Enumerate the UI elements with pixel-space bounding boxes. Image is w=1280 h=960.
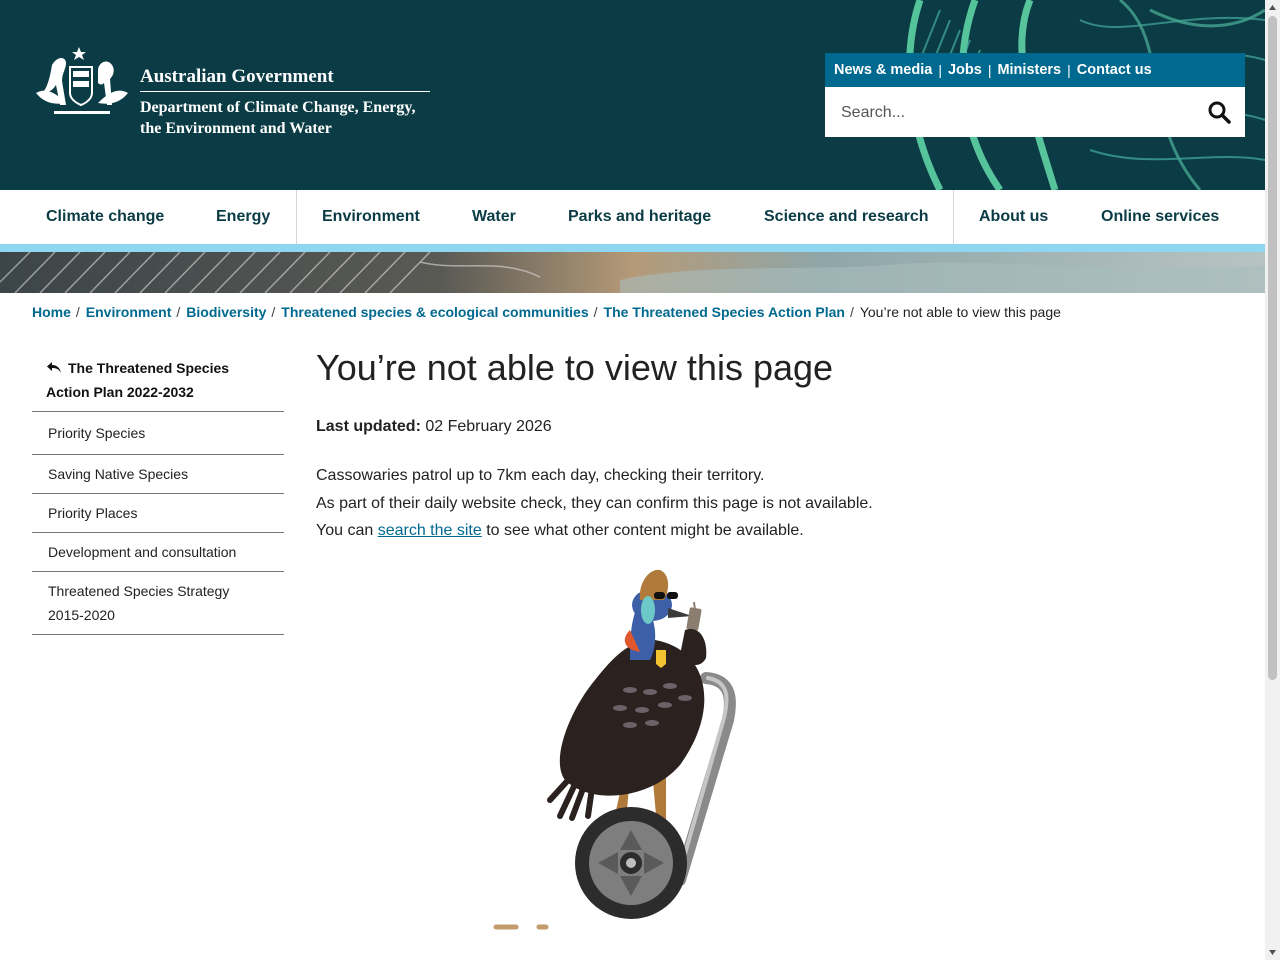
- title-divider: [140, 91, 430, 92]
- breadcrumb-environment[interactable]: Environment: [86, 304, 172, 320]
- main-content: You’re not able to view this page Last u…: [316, 345, 1216, 545]
- coat-of-arms-logo: [36, 47, 128, 114]
- site-search: [825, 87, 1245, 139]
- breadcrumb-action-plan[interactable]: The Threatened Species Action Plan: [604, 304, 845, 320]
- breadcrumb-separator: /: [593, 304, 598, 320]
- hero-banner-image: [0, 252, 1265, 293]
- scroll-up-icon[interactable]: [1265, 0, 1280, 15]
- breadcrumb-separator: /: [271, 304, 276, 320]
- last-updated: Last updated: 02 February 2026: [316, 418, 1216, 436]
- ministers-link[interactable]: Ministers: [997, 62, 1061, 78]
- paragraph-3-start: You can: [316, 522, 374, 539]
- breadcrumb: Home / Environment / Biodiversity / Threatened…: [32, 304, 1061, 320]
- sidebar-item-threatened-species-strategy[interactable]: Threatened Species Strategy 2015-2020: [32, 572, 284, 635]
- nav-parks-and-heritage[interactable]: Parks and heritage: [568, 190, 711, 244]
- sidebar-parent-label: The Threatened Species Action Plan 2022-…: [46, 360, 230, 400]
- department-name: Department of Climate Change, Energy, th…: [140, 99, 416, 137]
- nav-science-and-research[interactable]: Science and research: [764, 190, 929, 244]
- contact-us-link[interactable]: Contact us: [1077, 62, 1152, 78]
- utility-links-bar: News & media | Jobs | Ministers | Contac…: [825, 53, 1245, 87]
- paragraph-3: You can search the site to see what othe…: [316, 517, 1216, 545]
- separator: |: [987, 62, 992, 78]
- search-input[interactable]: [825, 87, 1203, 139]
- scrollbar-thumb[interactable]: [1268, 16, 1277, 680]
- page-title: You’re not able to view this page: [316, 347, 834, 388]
- separator: |: [938, 62, 942, 78]
- sidebar-item-priority-species[interactable]: Priority Species: [32, 412, 284, 455]
- main-navigation: Climate change Energy Environment Water …: [0, 190, 1265, 252]
- nav-divider: [296, 190, 297, 244]
- search-icon[interactable]: [1207, 100, 1231, 124]
- body-text: Cassowaries patrol up to 7km each day, c…: [316, 462, 1216, 545]
- news-media-link[interactable]: News & media: [834, 62, 932, 78]
- sidebar-parent-link[interactable]: The Threatened Species Action Plan 2022-…: [32, 355, 284, 412]
- nav-energy[interactable]: Energy: [216, 190, 270, 244]
- breadcrumb-threatened-species[interactable]: Threatened species & ecological communit…: [281, 304, 588, 320]
- sidebar-item-saving-native-species[interactable]: Saving Native Species: [32, 455, 284, 494]
- jobs-link[interactable]: Jobs: [948, 62, 982, 78]
- nav-online-services[interactable]: Online services: [1101, 190, 1219, 244]
- nav-water[interactable]: Water: [472, 190, 516, 244]
- breadcrumb-biodiversity[interactable]: Biodiversity: [186, 304, 266, 320]
- breadcrumb-separator: /: [75, 304, 80, 320]
- paragraph-1: Cassowaries patrol up to 7km each day, c…: [316, 467, 765, 484]
- government-title: Australian Government: [140, 66, 334, 87]
- separator: |: [1067, 62, 1071, 78]
- breadcrumb-current: You’re not able to view this page: [859, 304, 1061, 320]
- scroll-down-icon[interactable]: [1265, 945, 1280, 960]
- breadcrumb-separator: /: [849, 304, 854, 320]
- search-the-site-link[interactable]: search the site: [378, 522, 482, 539]
- breadcrumb-separator: /: [176, 304, 181, 320]
- breadcrumb-home[interactable]: Home: [32, 304, 71, 320]
- nav-divider: [953, 190, 954, 244]
- sidebar-item-priority-places[interactable]: Priority Places: [32, 494, 284, 533]
- last-updated-date: 02 February 2026: [425, 418, 552, 435]
- paragraph-3-end: to see what other content might be avail…: [486, 522, 804, 539]
- cassowary-segway-illustration: [493, 569, 736, 930]
- nav-climate-change[interactable]: Climate change: [46, 190, 164, 244]
- paragraph-2: As part of their daily website check, th…: [316, 494, 873, 512]
- nav-about-us[interactable]: About us: [979, 190, 1048, 244]
- last-updated-label: Last updated:: [316, 418, 421, 435]
- back-arrow-icon: [47, 362, 61, 373]
- section-navigation: The Threatened Species Action Plan 2022-…: [32, 355, 284, 635]
- nav-environment[interactable]: Environment: [322, 190, 420, 244]
- sidebar-item-development-consultation[interactable]: Development and consultation: [32, 533, 284, 572]
- site-header: Australian Government Department of Clim…: [0, 0, 1265, 190]
